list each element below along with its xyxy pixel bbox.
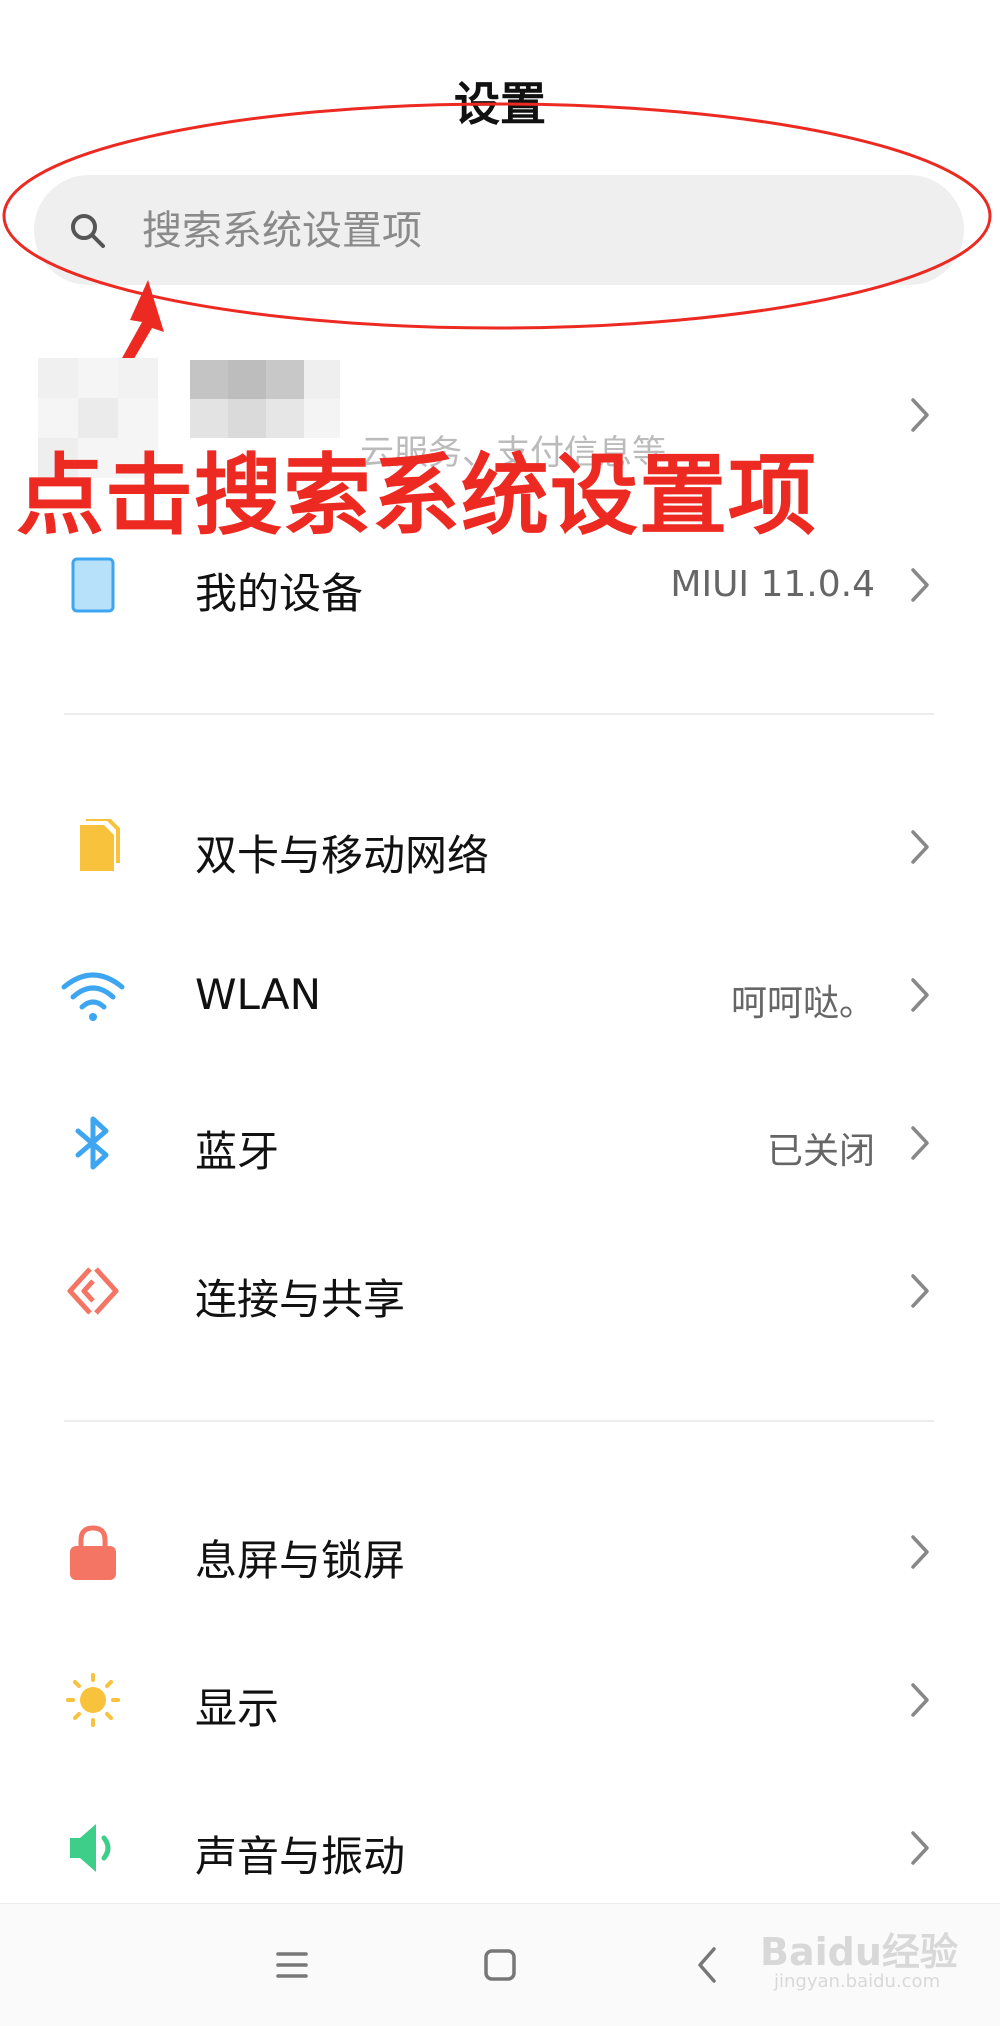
settings-item-value: 已关闭 <box>766 1131 875 1172</box>
divider <box>64 713 934 715</box>
settings-item-label: 息屏与锁屏 <box>195 1536 406 1585</box>
settings-item-dual-sim[interactable]: 双卡与移动网络 <box>0 782 1000 912</box>
search-input[interactable] <box>140 188 944 274</box>
settings-item-wlan[interactable]: WLAN 呵呵哒。 <box>0 930 1000 1060</box>
chevron-right-icon <box>911 568 929 602</box>
chevron-right-icon <box>911 398 929 432</box>
chevron-right-icon <box>911 978 929 1012</box>
settings-item-value: MIUI 11.0.4 <box>670 564 875 605</box>
sun-icon <box>66 1673 120 1727</box>
search-icon[interactable] <box>68 211 108 251</box>
menu-icon[interactable] <box>266 1939 318 1991</box>
chevron-right-icon <box>911 1535 929 1569</box>
wifi-icon <box>61 972 125 1021</box>
settings-item-sound[interactable]: 声音与振动 <box>0 1783 1000 1913</box>
sim-card-icon <box>80 819 120 871</box>
settings-item-my-device[interactable]: 我的设备 MIUI 11.0.4 <box>0 520 1000 650</box>
settings-item-label: 连接与共享 <box>195 1275 406 1324</box>
page-title: 设置 <box>454 77 546 131</box>
navigation-bar: Baidu经验 jingyan.baidu.com <box>0 1903 1000 2026</box>
settings-item-display[interactable]: 显示 <box>0 1635 1000 1765</box>
settings-item-connection-sharing[interactable]: 连接与共享 <box>0 1226 1000 1356</box>
back-icon[interactable] <box>682 1939 734 1991</box>
chevron-right-icon <box>911 1274 929 1308</box>
settings-item-lock-screen[interactable]: 息屏与锁屏 <box>0 1487 1000 1617</box>
watermark-text: Baidu经验 <box>760 1930 958 1974</box>
watermark-subtext: jingyan.baidu.com <box>774 1971 941 1992</box>
settings-item-value: 呵呵哒。 <box>730 983 875 1024</box>
watermark: Baidu经验 jingyan.baidu.com <box>760 1921 960 2001</box>
home-icon[interactable] <box>474 1939 526 1991</box>
lock-icon <box>70 1525 116 1580</box>
bluetooth-icon <box>75 1116 109 1170</box>
phone-icon <box>71 557 115 613</box>
settings-item-label: 显示 <box>195 1684 280 1733</box>
settings-item-label: 双卡与移动网络 <box>195 831 490 880</box>
settings-item-label: WLAN <box>195 970 322 1019</box>
chevron-right-icon <box>911 830 929 864</box>
chevron-right-icon <box>911 1126 929 1160</box>
settings-item-bluetooth[interactable]: 蓝牙 已关闭 <box>0 1078 1000 1208</box>
share-icon <box>67 1267 119 1315</box>
divider <box>64 1420 934 1422</box>
chevron-right-icon <box>911 1831 929 1865</box>
settings-item-label: 我的设备 <box>195 569 364 618</box>
settings-item-label: 声音与振动 <box>195 1832 406 1881</box>
speaker-icon <box>70 1824 111 1872</box>
chevron-right-icon <box>911 1683 929 1717</box>
settings-item-label: 蓝牙 <box>195 1127 280 1176</box>
